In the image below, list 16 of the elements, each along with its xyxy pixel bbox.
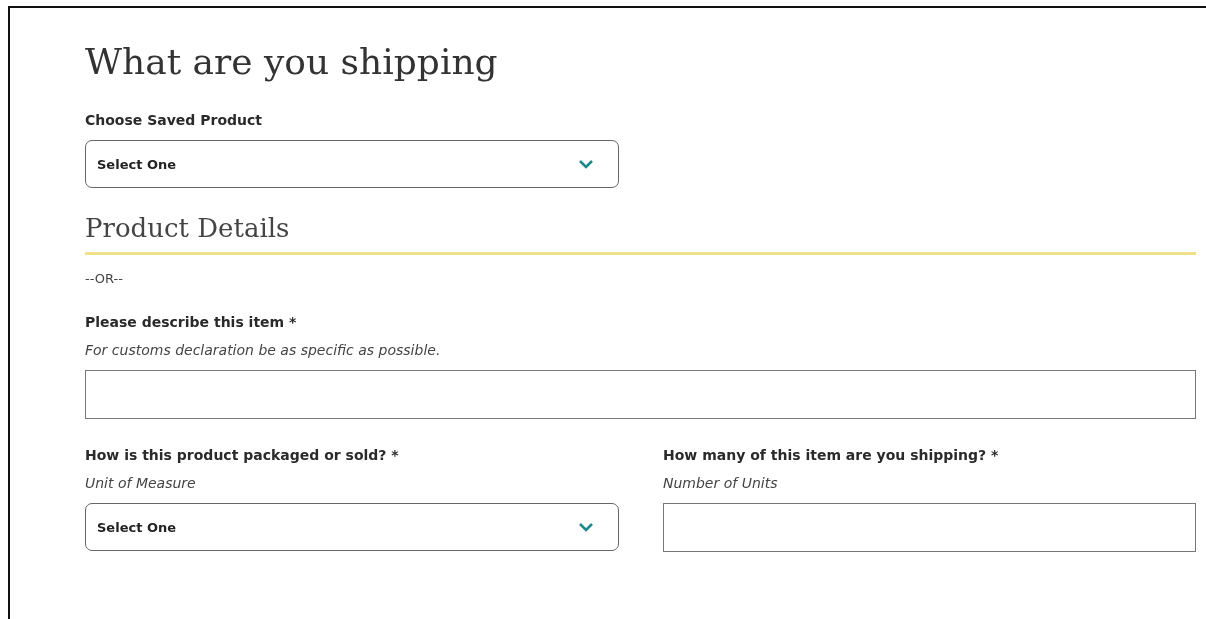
chevron-down-icon (578, 159, 594, 169)
saved-product-select[interactable]: Select One (85, 140, 619, 188)
field-label: Please describe this item * (85, 314, 297, 330)
field-label: How is this product packaged or sold? * (85, 447, 399, 463)
field-hint: For customs declaration be as specific as possible. (85, 342, 441, 358)
section-title: Product Details (85, 212, 290, 245)
unit-select[interactable]: Select One (85, 503, 619, 551)
chevron-down-icon (578, 522, 594, 532)
field-label: How many of this item are you shipping? * (663, 447, 999, 463)
separator-text: --OR-- (85, 271, 123, 286)
page-title: What are you shipping (85, 40, 498, 84)
quantity-field[interactable] (663, 503, 1196, 552)
description-field[interactable] (85, 370, 1196, 419)
field-hint: Number of Units (663, 475, 778, 491)
field-hint: Unit of Measure (85, 475, 196, 491)
field-label: Choose Saved Product (85, 112, 262, 128)
